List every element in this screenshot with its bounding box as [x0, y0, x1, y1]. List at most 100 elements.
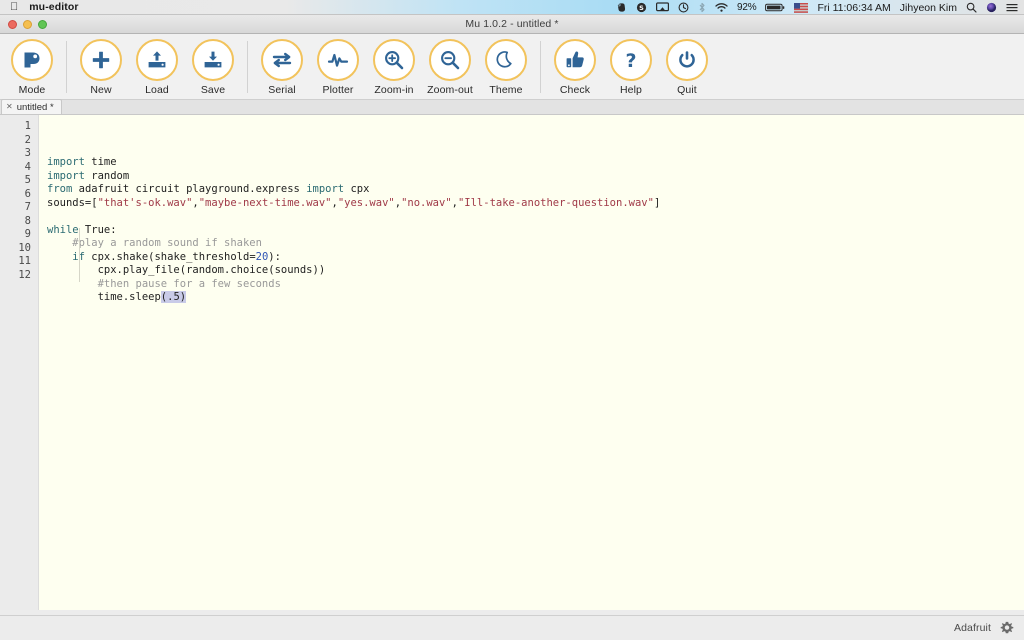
line-number: 3 — [24, 147, 31, 159]
mode-button[interactable]: Mode — [4, 36, 60, 98]
toolbar-group-actions: Check ? Help Quit — [547, 34, 715, 99]
code-token-plain: random — [84, 169, 130, 182]
code-editor[interactable]: 1 2 3 4 5 6 7 8 9 10 11 12 import time im… — [0, 115, 1024, 615]
apple-logo-icon[interactable]:  — [10, 1, 18, 13]
toolbar-separator-3 — [540, 40, 541, 93]
plotter-button-label: Plotter — [322, 83, 354, 96]
code-line[interactable] — [47, 210, 1024, 224]
svg-text:?: ? — [625, 50, 636, 71]
mode-button-label: Mode — [18, 83, 46, 96]
new-button-label: New — [90, 83, 112, 96]
airplay-icon[interactable] — [656, 2, 670, 13]
line-number: 1 — [24, 120, 31, 132]
zoom-out-button[interactable]: Zoom-out — [422, 36, 478, 98]
theme-button[interactable]: Theme — [478, 36, 534, 98]
status-mode-label: Adafruit — [954, 622, 991, 634]
notification-center-icon[interactable] — [1006, 2, 1018, 13]
window-minimize-button[interactable] — [23, 20, 32, 29]
help-button-label: Help — [620, 83, 642, 96]
window-close-button[interactable] — [8, 20, 17, 29]
code-line[interactable]: time.sleep(.5) — [47, 291, 1024, 305]
battery-percent-label: 92% — [737, 2, 757, 13]
code-token-plain: cpx.play_file(random.choice(sounds)) — [47, 264, 326, 276]
spotlight-search-icon[interactable] — [966, 2, 977, 13]
code-token-plain: adafruit circuit playground.express — [72, 183, 307, 195]
line-number: 7 — [24, 201, 31, 213]
save-button-circle — [192, 38, 234, 81]
serial-arrows-icon — [271, 49, 293, 71]
plotter-button[interactable]: Plotter — [310, 36, 366, 98]
gear-icon[interactable] — [1000, 621, 1014, 635]
menubar-clock[interactable]: Fri 11:06:34 AM — [817, 2, 890, 14]
zoom-in-button[interactable]: Zoom-in — [366, 36, 422, 98]
bluetooth-icon[interactable] — [698, 2, 706, 13]
question-mark-icon: ? — [620, 49, 642, 71]
time-machine-icon[interactable] — [678, 2, 689, 13]
code-line[interactable]: sounds=["that's-ok.wav","maybe-next-time… — [47, 197, 1024, 211]
us-flag-icon[interactable] — [794, 2, 809, 13]
siri-icon[interactable] — [986, 2, 997, 13]
code-token-plain: time — [84, 156, 117, 168]
window-titlebar[interactable]: Mu 1.0.2 - untitled * — [0, 15, 1024, 34]
code-content[interactable]: import time import random from adafruit ci… — [39, 115, 1024, 615]
code-token-str: "maybe-next-time.wav" — [198, 196, 332, 209]
code-token-plain: cpx — [344, 183, 370, 195]
help-button[interactable]: ? Help — [603, 36, 659, 98]
code-line[interactable]: while True: — [47, 224, 1024, 238]
code-token-plain: cpx.shake(shake_threshold= — [84, 250, 256, 263]
moon-theme-icon — [495, 49, 517, 71]
code-token-kw: while — [47, 223, 79, 236]
code-token-sel: (.5) — [160, 291, 187, 303]
toolbar-group-mode: Mode — [4, 34, 60, 99]
window-traffic-lights — [8, 20, 47, 29]
load-button[interactable]: Load — [129, 36, 185, 98]
code-token-plain: time.sleep — [47, 291, 161, 303]
code-token-kw: import — [306, 183, 345, 195]
plotter-button-circle — [317, 38, 359, 81]
line-number: 5 — [24, 174, 31, 186]
code-token-kw: import — [47, 156, 85, 168]
code-line[interactable]: #play a random sound if shaken — [47, 237, 1024, 251]
tab-untitled-label: untitled * — [16, 101, 54, 113]
code-line[interactable]: if cpx.shake(shake_threshold=20): — [47, 251, 1024, 265]
macos-menubar:  mu-editor S 92% Fri 11:06:34 AM Jihyeo… — [0, 0, 1024, 15]
code-line[interactable]: #then pause for a few seconds — [47, 278, 1024, 292]
quit-button[interactable]: Quit — [659, 36, 715, 98]
menubar-app-name[interactable]: mu-editor — [29, 1, 78, 13]
power-icon — [676, 49, 698, 71]
code-line[interactable]: import time — [47, 156, 1024, 170]
code-token-plain: True: — [78, 223, 117, 236]
code-token-num: 20 — [255, 250, 269, 263]
serial-button-label: Serial — [268, 83, 296, 96]
zoom-out-icon — [439, 49, 461, 71]
save-button[interactable]: Save — [185, 36, 241, 98]
zoom-in-button-circle — [373, 38, 415, 81]
toolbar-group-view: Serial Plotter Zoom-in Zoom-out Theme — [254, 34, 534, 99]
menubar-left-group:  mu-editor — [0, 1, 79, 13]
battery-icon[interactable] — [765, 2, 785, 13]
quit-button-label: Quit — [677, 83, 697, 96]
zoom-in-icon — [383, 49, 405, 71]
code-line[interactable]: cpx.play_file(random.choice(sounds)) — [47, 264, 1024, 278]
main-toolbar: Mode New Load Save Serial Plotter Zoom-i… — [0, 34, 1024, 100]
menubar-username[interactable]: Jihyeon Kim — [900, 2, 957, 14]
theme-button-circle — [485, 38, 527, 81]
evernote-icon[interactable] — [616, 2, 627, 13]
window-maximize-button[interactable] — [38, 20, 47, 29]
new-button[interactable]: New — [73, 36, 129, 98]
code-token-com: #then pause for a few seconds — [47, 277, 281, 290]
code-line[interactable]: import random — [47, 170, 1024, 184]
menubar-right-group: S 92% Fri 11:06:34 AM Jihyeon Kim — [616, 0, 1018, 15]
code-token-str: "yes.wav" — [337, 196, 395, 209]
skype-icon[interactable]: S — [636, 2, 647, 13]
line-number: 4 — [24, 160, 31, 173]
wifi-icon[interactable] — [715, 2, 728, 13]
close-icon[interactable]: ✕ — [6, 103, 13, 111]
code-line[interactable] — [47, 305, 1024, 319]
code-line[interactable]: from adafruit circuit playground.express… — [47, 183, 1024, 197]
check-button[interactable]: Check — [547, 36, 603, 98]
zoom-out-button-circle — [429, 38, 471, 81]
tab-untitled[interactable]: ✕ untitled * — [1, 99, 62, 114]
serial-button[interactable]: Serial — [254, 36, 310, 98]
